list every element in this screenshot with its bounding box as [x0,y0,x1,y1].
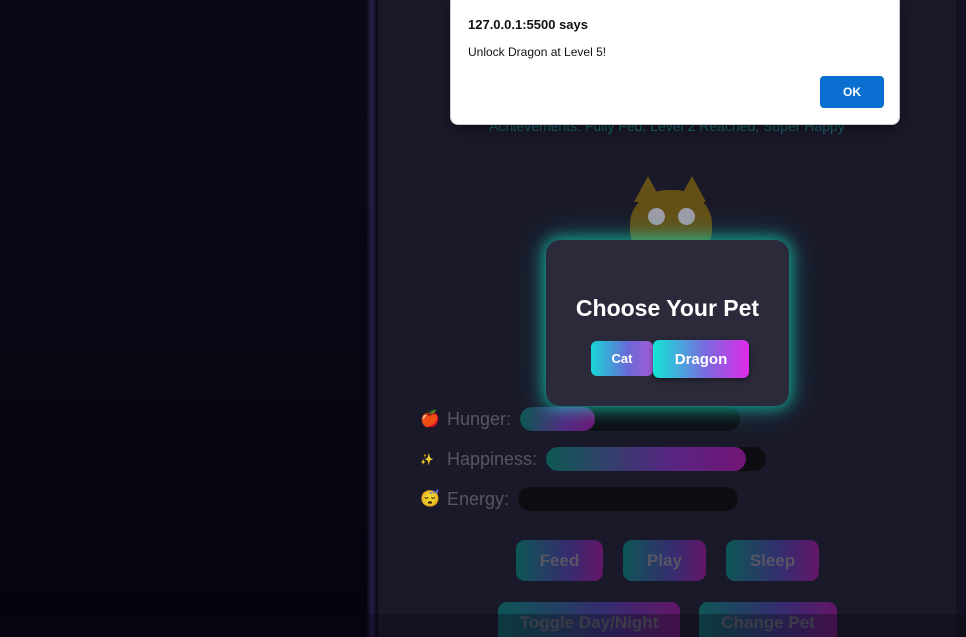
choose-dragon-button[interactable]: Dragon [653,340,749,378]
choose-cat-button[interactable]: Cat [591,341,653,376]
ok-button[interactable]: OK [820,76,884,108]
alert-title: 127.0.0.1:5500 says [468,17,588,32]
alert-message: Unlock Dragon at Level 5! [468,45,607,59]
alert-dialog: 127.0.0.1:5500 says Unlock Dragon at Lev… [450,0,900,125]
modal-title: Choose Your Pet [575,295,760,321]
choose-pet-modal: Choose Your Pet Cat Dragon [546,240,789,406]
